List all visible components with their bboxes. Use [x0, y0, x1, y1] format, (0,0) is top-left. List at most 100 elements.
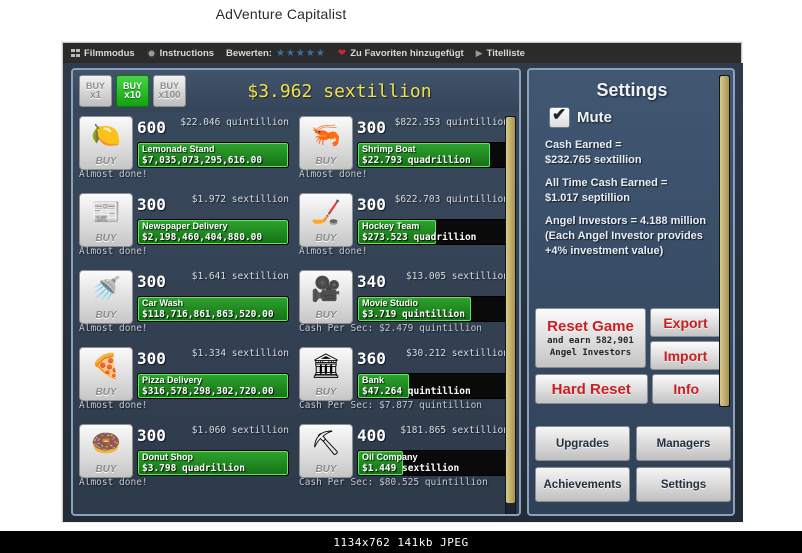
cash-earned-value: $232.765 sextillion [545, 154, 642, 166]
business-buy-newspaper-icon[interactable]: 📰 BUY [79, 193, 133, 247]
business-list: 🍋 BUY 600 $22.046 quintillion Lemonade Stand… [77, 114, 515, 510]
business-buy-oil-pump-icon[interactable]: ⛏ BUY [299, 424, 353, 478]
business-buy-label: BUY [95, 387, 117, 398]
gear-icon [146, 48, 156, 58]
business-quantity: 300 [137, 349, 166, 368]
business-status: Cash Per Sec: $2.479 quintillion [299, 323, 483, 334]
settings-scrollbar-thumb[interactable] [720, 76, 729, 406]
reset-game-label: Reset Game [547, 317, 634, 335]
oil-pump-icon: ⛏ [310, 430, 342, 457]
business-quantity: 600 [137, 118, 166, 137]
business-cost: $822.353 quintillion [394, 117, 509, 128]
business-row: 🦐 BUY 300 $822.353 quintillion Shrimp Boat $2… [297, 114, 513, 191]
business-buy-label: BUY [95, 156, 117, 167]
business-quantity: 360 [357, 349, 386, 368]
business-bar-text: Oil Company $1.449 sextillion [362, 452, 506, 474]
business-progress-bar[interactable]: Shrimp Boat $22.793 quadrillion [357, 142, 509, 168]
hard-reset-button[interactable]: Hard Reset [535, 374, 648, 404]
import-button[interactable]: Import [650, 341, 721, 370]
buy-x10-button[interactable]: BUY x10 [116, 75, 149, 107]
business-progress-bar[interactable]: Movie Studio $3.719 quintillion [357, 296, 509, 322]
mute-checkbox[interactable] [549, 105, 570, 128]
achievements-button[interactable]: Achievements [535, 467, 630, 502]
business-buy-label: BUY [95, 233, 117, 244]
business-progress-bar[interactable]: Newspaper Delivery $2,198,460,404,880.00 [137, 219, 289, 245]
business-buy-shrimp-icon[interactable]: 🦐 BUY [299, 116, 353, 170]
bank-icon: 🏛 [310, 353, 342, 380]
money-display: $3.962 sextillion [247, 80, 432, 102]
business-scrollbar[interactable] [505, 116, 516, 514]
business-status: Almost done! [79, 400, 148, 411]
business-progress-bar[interactable]: Hockey Team $273.523 quadrillion [357, 219, 509, 245]
business-value: $47.264 quintillion [362, 386, 471, 397]
title-list-label: Titelliste [486, 47, 525, 59]
business-progress-bar[interactable]: Car Wash $118,716,861,863,520.00 [137, 296, 289, 322]
movie-camera-icon: 🎥 [311, 276, 341, 303]
settings-panel: Settings Mute Cash Earned = $232.765 sex… [527, 68, 735, 516]
settings-title: Settings [596, 80, 668, 100]
business-scrollbar-thumb[interactable] [506, 117, 515, 504]
business-row: 🍩 BUY 300 $1.060 sextillion Donut Shop $3.798… [77, 422, 293, 499]
business-progress-bar[interactable]: Bank $47.264 quintillion [357, 373, 509, 399]
business-name: Hockey Team [362, 221, 420, 231]
favorite-label: Zu Favoriten hinzugefügt [350, 47, 464, 59]
business-value: $22.793 quadrillion [362, 155, 471, 166]
business-status: Cash Per Sec: $80.525 quintillion [299, 477, 488, 488]
business-panel: BUY x1 BUY x10 BUY x100 $3.962 sextillio… [71, 68, 521, 516]
navigation-grid: Upgrades Managers Achievements Settings [535, 426, 731, 508]
business-progress-bar[interactable]: Pizza Delivery $316,578,298,302,720.00 [137, 373, 289, 399]
business-progress-bar[interactable]: Lemonade Stand $7,035,073,295,616.00 [137, 142, 289, 168]
business-buy-hockey-icon[interactable]: 🏒 BUY [299, 193, 353, 247]
business-buy-label: BUY [95, 310, 117, 321]
buy-x100-bottom: x100 [158, 89, 181, 101]
cash-earned-label: Cash Earned = [545, 139, 622, 151]
heart-icon: ❤ [337, 47, 347, 59]
buy-x100-button[interactable]: BUY x100 [153, 75, 186, 107]
business-cost: $30.212 sextillion [406, 348, 509, 359]
business-row: 🎥 BUY 340 $13.005 sextillion Movie Studio $3.… [297, 268, 513, 345]
upgrades-button[interactable]: Upgrades [535, 426, 630, 461]
buy-x1-button[interactable]: BUY x1 [79, 75, 112, 107]
favorite-button[interactable]: ❤ Zu Favoriten hinzugefügt [338, 48, 464, 59]
business-bar-text: Pizza Delivery $316,578,298,302,720.00 [142, 375, 286, 397]
star-rating-icon[interactable]: ★★★★★ [276, 48, 326, 59]
business-buy-movie-camera-icon[interactable]: 🎥 BUY [299, 270, 353, 324]
business-column-right: 🦐 BUY 300 $822.353 quintillion Shrimp Boat $2… [297, 114, 513, 510]
business-status: Almost done! [79, 477, 148, 488]
business-value: $118,716,861,863,520.00 [142, 309, 274, 320]
business-status: Almost done! [79, 246, 148, 257]
hockey-icon: 🏒 [311, 199, 341, 226]
business-buy-pizza-icon[interactable]: 🍕 BUY [79, 347, 133, 401]
settings-button[interactable]: Settings [636, 467, 731, 502]
business-bar-text: Hockey Team $273.523 quadrillion [362, 221, 506, 243]
business-buy-carwash-icon[interactable]: 🚿 BUY [79, 270, 133, 324]
business-buy-label: BUY [315, 387, 337, 398]
business-quantity: 300 [137, 426, 166, 445]
nav-row-2: Achievements Settings [535, 467, 731, 502]
business-name: Car Wash [142, 298, 184, 308]
business-cost: $181.865 sextillion [400, 425, 509, 436]
rating-control[interactable]: Bewerten: ★★★★★ [226, 48, 326, 59]
instructions-button[interactable]: Instructions [146, 48, 214, 59]
rate-label: Bewerten: [226, 47, 272, 59]
settings-scrollbar[interactable] [719, 75, 730, 407]
business-buy-bank-icon[interactable]: 🏛 BUY [299, 347, 353, 401]
business-progress-bar[interactable]: Donut Shop $3.798 quadrillion [137, 450, 289, 476]
business-row: 🍕 BUY 300 $1.334 sextillion Pizza Delivery $3… [77, 345, 293, 422]
info-button[interactable]: Info [651, 374, 721, 404]
business-name: Newspaper Delivery [142, 221, 228, 231]
business-progress-bar[interactable]: Oil Company $1.449 sextillion [357, 450, 509, 476]
business-buy-donut-icon[interactable]: 🍩 BUY [79, 424, 133, 478]
business-name: Lemonade Stand [142, 144, 215, 154]
business-buy-label: BUY [315, 464, 337, 475]
title-list-button[interactable]: ▶ Titelliste [476, 48, 525, 59]
mute-row[interactable]: Mute [549, 105, 723, 128]
export-button[interactable]: Export [650, 308, 721, 337]
reset-game-button[interactable]: Reset Game and earn 582,901 Angel Invest… [535, 308, 646, 368]
film-mode-button[interactable]: Filmmodus [71, 48, 135, 59]
managers-button[interactable]: Managers [636, 426, 731, 461]
all-time-cash-label: All Time Cash Earned = [545, 177, 668, 189]
business-buy-lemon-icon[interactable]: 🍋 BUY [79, 116, 133, 170]
business-row: 🏛 BUY 360 $30.212 sextillion Bank $47.264 qui… [297, 345, 513, 422]
page-title-text: AdVenture Capitalist [215, 6, 347, 22]
